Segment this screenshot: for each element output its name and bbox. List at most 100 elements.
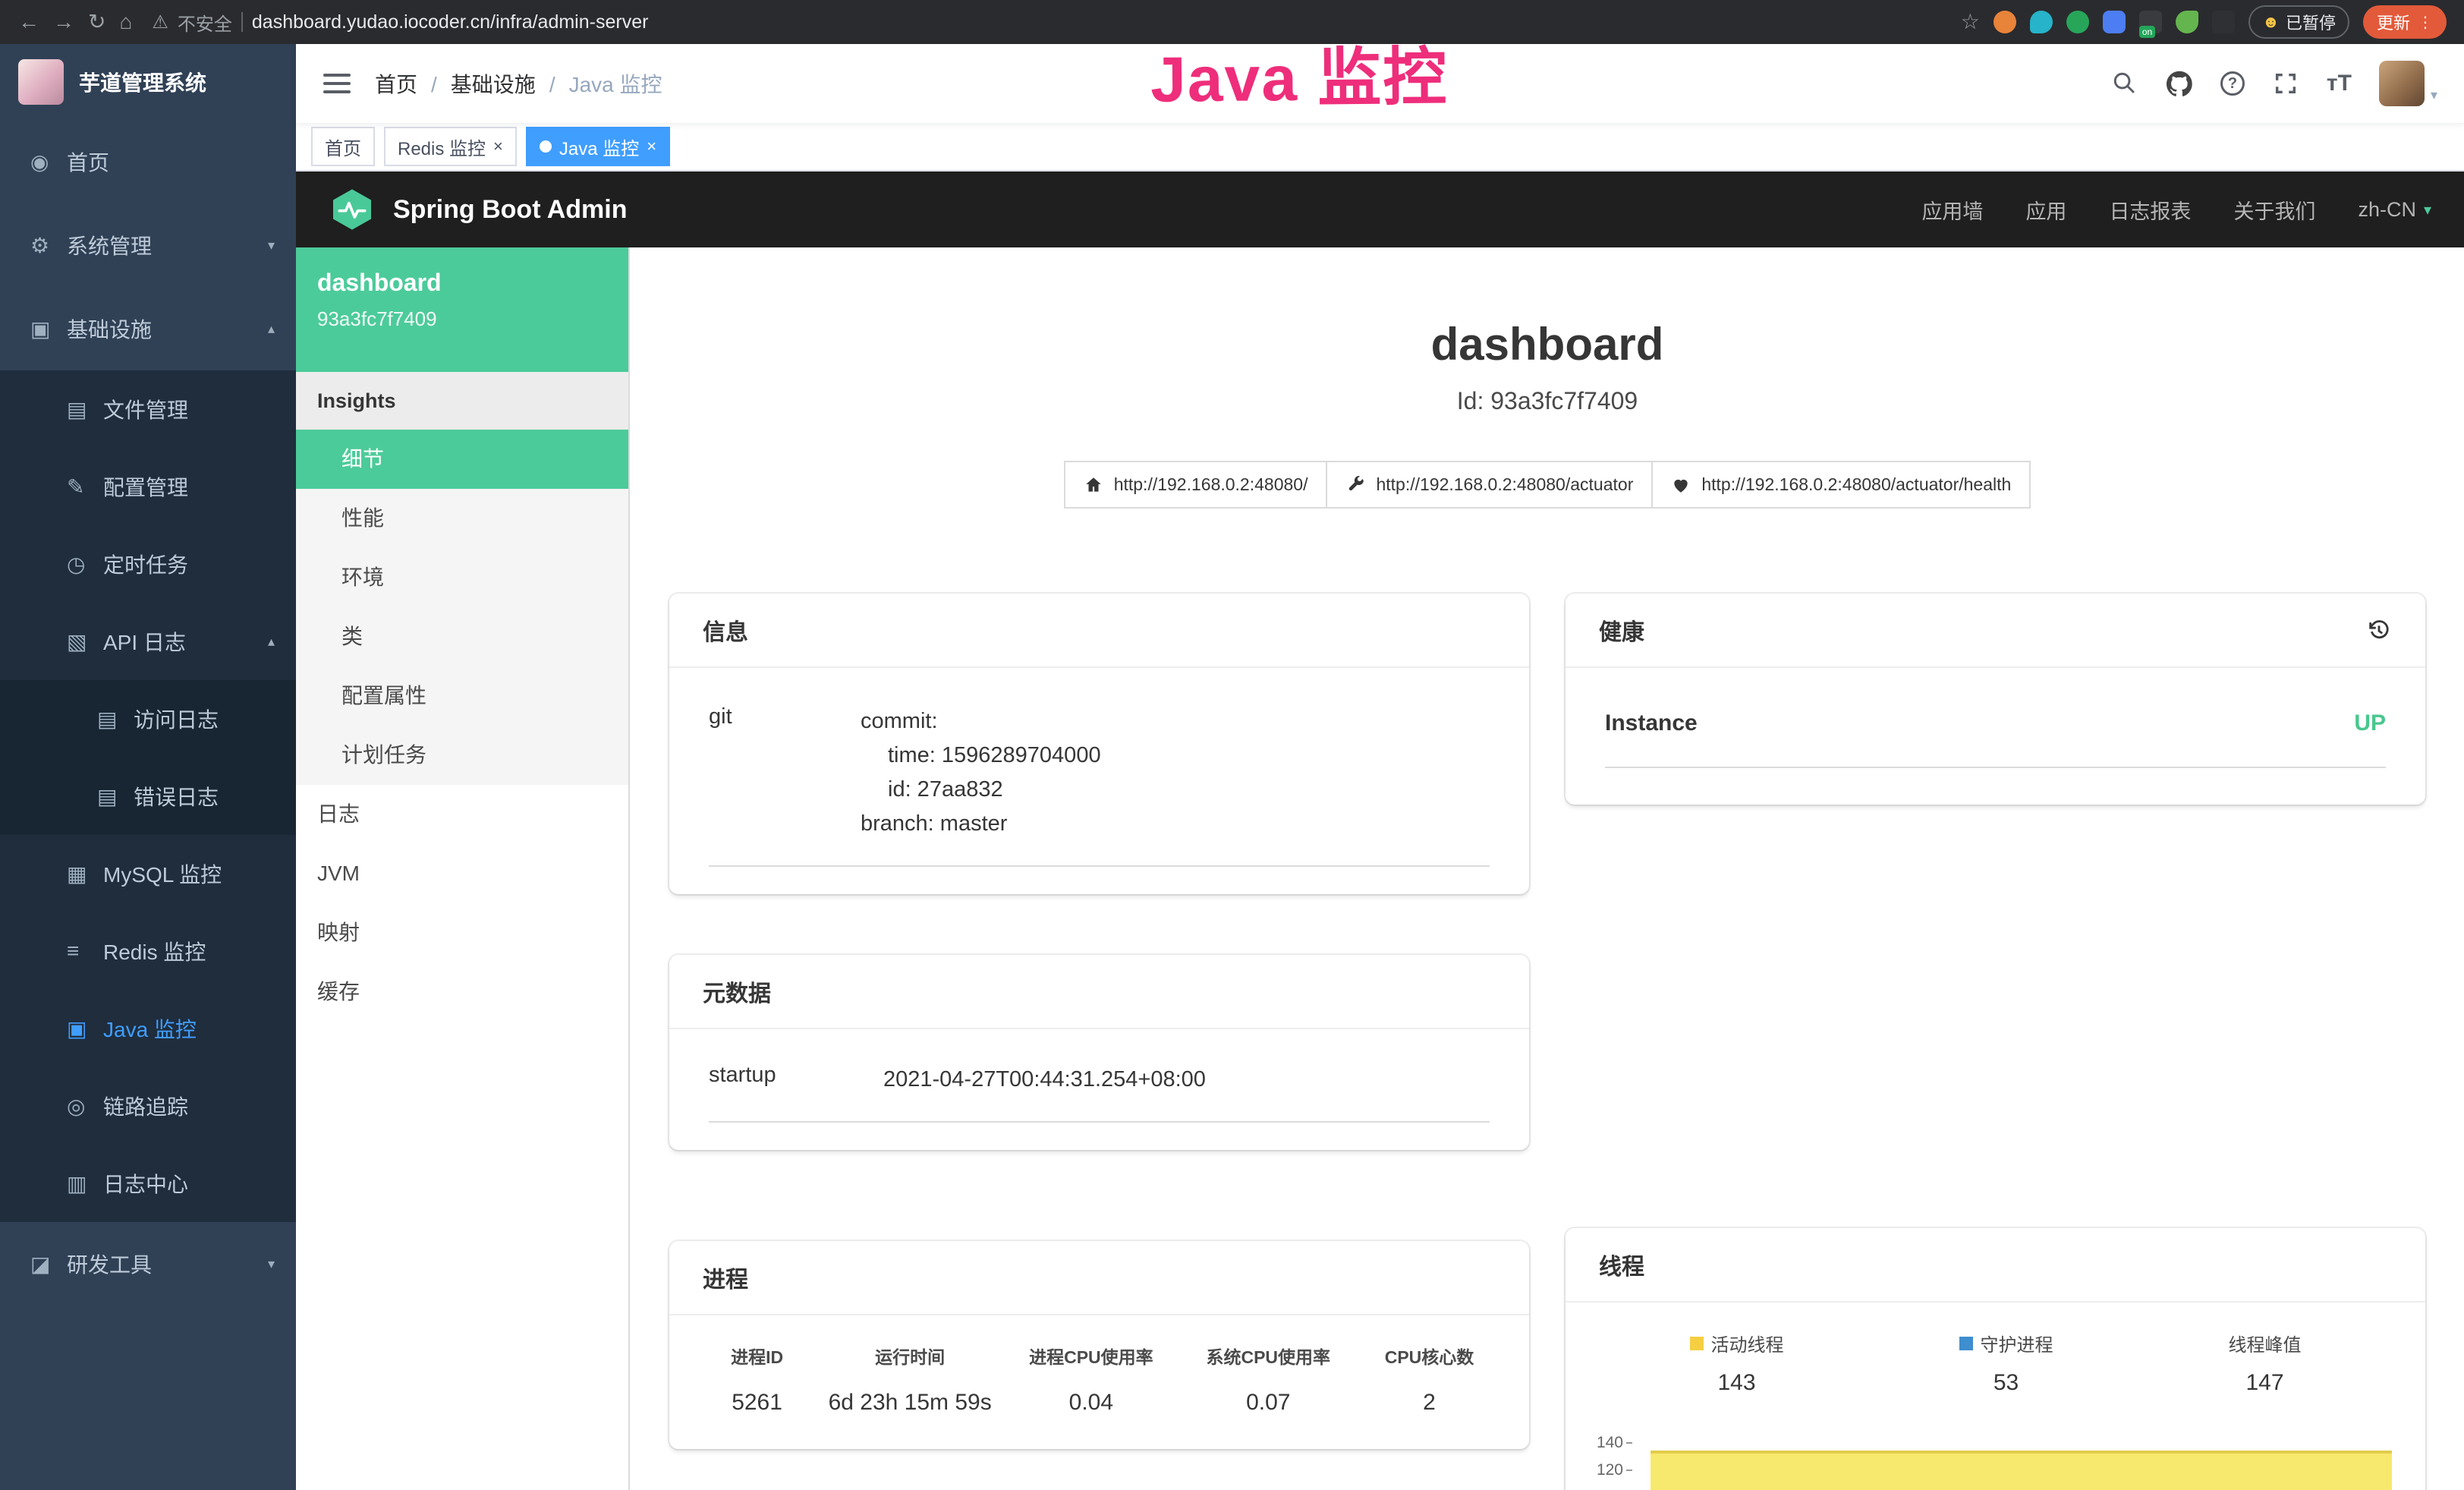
sba-nav-about[interactable]: 关于我们 [2233,195,2315,225]
extension-icon[interactable] [2066,11,2089,33]
process-col-cores: CPU核心数 [1357,1337,1502,1375]
menu-item-caches[interactable]: 缓存 [296,962,628,1022]
info-card: 信息 git commit: time: 1596289704000 id: 2… [669,594,1529,894]
log-icon: ▧ [67,629,103,654]
tab-redis-monitor[interactable]: Redis 监控 × [384,127,517,166]
search-icon[interactable] [2111,70,2138,97]
sidebar-item-infrastructure[interactable]: ▣ 基础设施 ▴ [0,287,296,370]
update-button[interactable]: 更新 ⋮ [2363,5,2447,39]
fullscreen-icon[interactable] [2272,70,2299,97]
extension-icon[interactable] [2030,11,2053,33]
instance-link-health[interactable]: http://192.168.0.2:48080/actuator/health [1651,461,2031,509]
metadata-row-startup: startup 2021-04-27T00:44:31.254+08:00 [709,1063,1490,1123]
sidebar-item-file-mgmt[interactable]: ▤ 文件管理 [0,370,296,448]
url-text[interactable]: dashboard.yudao.iocoder.cn/infra/admin-s… [252,11,649,33]
reload-icon[interactable]: ↻ [88,11,105,33]
legend-live-threads: 活动线程 143 [1690,1330,1784,1396]
address-bar[interactable]: ⚠ 不安全 dashboard.yudao.iocoder.cn/infra/a… [152,9,1946,36]
health-label: Instance [1605,710,1698,736]
insights-item-classes[interactable]: 类 [296,607,628,666]
sidebar-item-dev-tools[interactable]: ◪ 研发工具 ▾ [0,1222,296,1306]
user-menu[interactable]: ▾ [2379,61,2437,106]
process-uptime: 6d 23h 15m 59s [817,1375,1002,1419]
tab-home[interactable]: 首页 [311,127,375,166]
legend-label: 守护进程 [1981,1330,2053,1356]
sidebar-item-tracing[interactable]: ◎ 链路追踪 [0,1067,296,1145]
extension-icon[interactable]: on [2139,11,2162,33]
sidebar-item-access-logs[interactable]: ▤ 访问日志 [0,680,296,758]
card-title: 线程 [1599,1248,1644,1281]
instance-link-service[interactable]: http://192.168.0.2:48080/ [1064,461,1328,509]
extension-on-badge: on [2139,26,2155,38]
extension-icon[interactable] [2212,11,2235,33]
sidebar-item-mysql-monitor[interactable]: ▦ MySQL 监控 [0,835,296,912]
breadcrumb-home[interactable]: 首页 [375,68,417,99]
menu-item-mappings[interactable]: 映射 [296,903,628,962]
close-icon[interactable]: × [647,137,656,156]
logo-image [18,59,64,105]
browser-home-icon[interactable]: ⌂ [119,11,132,33]
sidebar-item-home[interactable]: ◉ 首页 [0,120,296,203]
insights-item-environment[interactable]: 环境 [296,548,628,607]
insights-item-performance[interactable]: 性能 [296,489,628,548]
extension-icon[interactable] [2103,11,2126,33]
chevron-down-icon: ▾ [268,238,275,254]
font-size-icon[interactable]: тT [2327,71,2352,96]
menu-item-logs[interactable]: 日志 [296,785,628,844]
sba-nav-journal[interactable]: 日志报表 [2109,195,2191,225]
instance-name: dashboard [317,269,607,297]
insights-item-scheduled-tasks[interactable]: 计划任务 [296,726,628,785]
back-icon[interactable]: ← [18,11,39,33]
sidebar-item-label: 访问日志 [134,704,275,734]
help-icon[interactable]: ? [2220,71,2245,96]
sidebar-item-scheduled-jobs[interactable]: ◷ 定时任务 [0,525,296,603]
sba-nav-applications[interactable]: 应用 [2025,195,2066,225]
link-url: http://192.168.0.2:48080/ [1114,474,1308,495]
sidebar-item-log-center[interactable]: ▥ 日志中心 [0,1145,296,1222]
breadcrumb-infrastructure[interactable]: 基础设施 [417,68,536,99]
user-avatar [2379,61,2425,106]
sba-brand-title[interactable]: Spring Boot Admin [393,195,627,225]
dashboard-icon: ◉ [30,150,67,175]
sidebar-item-redis-monitor[interactable]: ≡ Redis 监控 [0,912,296,990]
sidebar-menu: ◉ 首页 ⚙ 系统管理 ▾ ▣ 基础设施 ▴ ▤ 文件管理 [0,120,296,1490]
sidebar-item-api-logs[interactable]: ▧ API 日志 ▴ [0,603,296,680]
paused-badge[interactable]: ☻ 已暂停 [2248,5,2349,39]
insights-item-details[interactable]: 细节 [296,430,628,489]
instance-header[interactable]: dashboard 93a3fc7f7409 [296,247,628,372]
app-logo[interactable]: 芋道管理系统 [0,44,296,120]
history-icon[interactable] [2366,617,2392,643]
sidebar-item-config-mgmt[interactable]: ✎ 配置管理 [0,448,296,525]
sidebar-item-label: 首页 [67,146,275,177]
health-icon [1671,475,1691,495]
git-commit-id: id: 27aa832 [861,773,1490,807]
legend-value: 53 [1994,1370,2019,1396]
sidebar-item-label: 日志中心 [103,1168,275,1199]
paused-label: 已暂停 [2286,10,2336,34]
github-icon[interactable] [2166,70,2193,97]
legend-label: 活动线程 [1711,1330,1784,1356]
sba-navbar: Spring Boot Admin 应用墙 应用 日志报表 关于我们 zh-CN… [296,172,2464,247]
sba-locale-select[interactable]: zh-CN ▾ [2358,198,2431,222]
insights-item-config-props[interactable]: 配置属性 [296,666,628,726]
close-icon[interactable]: × [493,137,503,156]
menu-item-jvm[interactable]: JVM [296,844,628,903]
sidebar-item-label: API 日志 [103,626,268,657]
instance-link-actuator[interactable]: http://192.168.0.2:48080/actuator [1326,461,1653,509]
process-table: 进程ID 运行时间 进程CPU使用率 系统CPU使用率 CPU核心数 5261 [697,1337,1502,1419]
forward-icon[interactable]: → [53,11,74,33]
sidebar-item-system-mgmt[interactable]: ⚙ 系统管理 ▾ [0,203,296,287]
tab-java-monitor[interactable]: Java 监控 × [526,127,670,166]
sidebar-item-error-logs[interactable]: ▤ 错误日志 [0,758,296,835]
menu-dots-icon: ⋮ [2418,13,2433,32]
security-label[interactable]: 不安全 [178,9,232,36]
bookmark-star-icon[interactable]: ☆ [1961,11,1980,33]
file-icon: ▤ [67,397,103,422]
threads-legend: 活动线程 143 守护进程 53 线程峰值 [1593,1321,2398,1396]
document-icon: ▥ [67,1171,103,1196]
sidebar-item-java-monitor[interactable]: ▣ Java 监控 [0,990,296,1067]
hamburger-icon[interactable] [323,74,351,93]
extension-icon[interactable] [1994,11,2016,33]
sba-nav-wallboard[interactable]: 应用墙 [1921,195,1983,225]
extension-icon[interactable] [2176,11,2198,33]
